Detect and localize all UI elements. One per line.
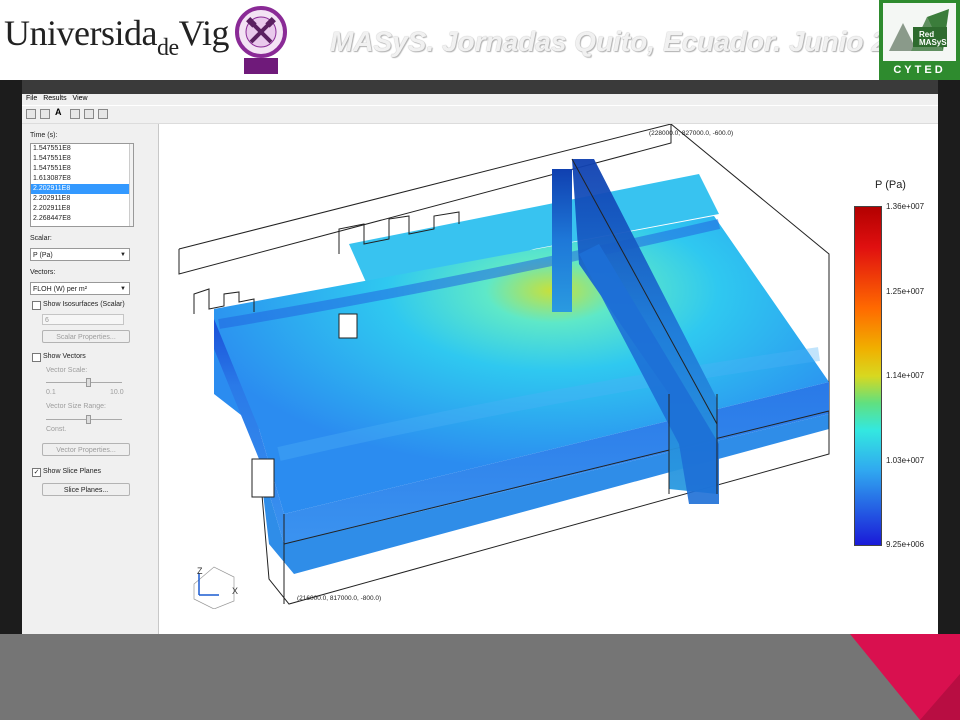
coordinate-top-label: (228000.0, 827000.0, -600.0) (649, 130, 734, 137)
3d-viewport[interactable]: (228000.0, 827000.0, -600.0) (216000.0, … (159, 124, 938, 634)
red-masys-logo-panel: Red MASyS (883, 3, 956, 61)
time-list-item[interactable]: 2.202911E8 (31, 194, 133, 204)
slide-title: MASyS. Jornadas Quito, Ecuador. Junio 20… (330, 26, 932, 57)
terrain-block (338, 313, 358, 339)
time-list-item[interactable]: 1.547551E8 (31, 144, 133, 154)
cyted-label: CYTED (893, 64, 946, 76)
vector-scale-label: Vector Scale: (46, 367, 88, 374)
cube-icon[interactable] (40, 109, 50, 119)
legend-title: P (Pa) (875, 179, 906, 191)
legend-label: 1.14e+007 (886, 371, 925, 380)
vectors-select-value: FLOH (W) per m² (33, 286, 88, 293)
menu-view[interactable]: View (73, 95, 88, 102)
3d-scene[interactable] (159, 124, 938, 634)
menu-results[interactable]: Results (43, 95, 66, 102)
time-list-item[interactable]: 2.268447E8 (31, 214, 133, 224)
scalar-select[interactable]: P (Pa) ▼ (30, 248, 130, 261)
time-list[interactable]: 1.547551E8 1.547551E8 1.547551E8 1.61308… (30, 143, 134, 227)
application-window: File Results View A Time (s): 1.547551E8… (22, 94, 938, 634)
paste-icon[interactable] (84, 109, 94, 119)
scalar-select-value: P (Pa) (33, 252, 53, 259)
vector-size-range-label: Vector Size Range: (46, 403, 106, 410)
toolbar: A (22, 106, 938, 124)
university-crest-icon (230, 0, 292, 76)
const-label: Const. (46, 426, 67, 433)
vector-scale-slider[interactable] (46, 378, 122, 387)
slice-plane-1 (552, 169, 572, 312)
vector-scale-slider-thumb[interactable] (86, 378, 91, 387)
scalar-properties-button[interactable]: Scalar Properties... (42, 330, 130, 343)
isosurfaces-count-input[interactable]: 6 (42, 314, 124, 325)
time-list-item[interactable]: 1.547551E8 (31, 154, 133, 164)
show-slice-planes-label: Show Slice Planes (43, 468, 101, 475)
vector-properties-button[interactable]: Vector Properties... (42, 443, 130, 456)
vector-scale-min: 0.1 (46, 389, 56, 396)
chevron-down-icon: ▼ (120, 252, 126, 258)
university-name-part2: de (156, 35, 179, 61)
background-right (938, 80, 960, 634)
axis-z-label: Z (197, 566, 203, 576)
slice-planes-button[interactable]: Slice Planes... (42, 483, 130, 496)
background-left (0, 80, 22, 634)
show-vectors-checkbox[interactable] (32, 353, 41, 362)
duplicate-icon[interactable] (98, 109, 108, 119)
axis-x-label: X (232, 586, 239, 596)
chevron-down-icon: ▼ (120, 286, 126, 292)
masys-label-text: MASyS (919, 38, 947, 47)
show-slice-planes-checkbox[interactable]: ✓ (32, 468, 41, 477)
lock-icon[interactable] (26, 109, 36, 119)
show-vectors-label: Show Vectors (43, 353, 86, 360)
vector-size-range-slider[interactable] (46, 415, 122, 424)
time-list-item[interactable]: 1.613087E8 (31, 174, 133, 184)
time-list-item-selected[interactable]: 2.202911E8 (31, 184, 133, 194)
pink-corner-decoration (850, 634, 960, 720)
university-logo-text: UniversidadeVigo (4, 12, 247, 61)
show-isosurfaces-label: Show Isosurfaces (Scalar) (43, 301, 125, 308)
legend-label-max: 1.36e+007 (886, 202, 925, 211)
vectors-label: Vectors: (30, 269, 56, 276)
show-isosurfaces-checkbox[interactable] (32, 301, 41, 310)
menu-bar: File Results View (22, 94, 938, 105)
slide-header: UniversidadeVigo MASyS. Jornadas Quito, … (0, 0, 960, 80)
vector-size-range-slider-thumb[interactable] (86, 415, 91, 424)
time-list-item[interactable]: 1.547551E8 (31, 164, 133, 174)
legend-label: 1.03e+007 (886, 456, 925, 465)
legend-label-min: 9.25e+006 (886, 540, 925, 549)
cyted-logo: Red MASyS CYTED (879, 0, 960, 80)
control-panel: Time (s): 1.547551E8 1.547551E8 1.547551… (22, 124, 159, 634)
text-icon[interactable]: A (55, 107, 62, 117)
university-name-part1: Universida (4, 13, 157, 53)
terrain-block (251, 458, 275, 498)
time-label: Time (s): (30, 132, 58, 139)
time-list-item[interactable]: 2.202911E8 (31, 204, 133, 214)
copy-icon[interactable] (70, 109, 80, 119)
background-strip (22, 80, 938, 94)
menu-file[interactable]: File (26, 95, 37, 102)
color-legend-bar (854, 206, 882, 546)
vector-scale-max: 10.0 (110, 389, 124, 396)
red-masys-label: Red MASyS (919, 31, 947, 47)
vectors-select[interactable]: FLOH (W) per m² ▼ (30, 282, 130, 295)
coordinate-bottom-label: (216000.0, 817000.0, -800.0) (297, 595, 382, 602)
slide-footer-band (0, 634, 960, 720)
legend-label: 1.25e+007 (886, 287, 925, 296)
time-list-scrollbar[interactable]: ▲ (129, 144, 133, 226)
scalar-label: Scalar: (30, 235, 52, 242)
